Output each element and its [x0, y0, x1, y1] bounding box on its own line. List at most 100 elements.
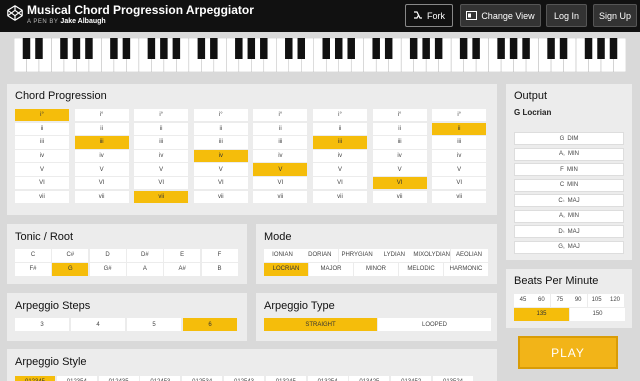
- chord-option[interactable]: i°: [313, 109, 367, 122]
- arpeggio-style-option[interactable]: 012534: [182, 376, 223, 381]
- mode-option[interactable]: MAJOR: [309, 263, 353, 276]
- bpm-option[interactable]: 45: [514, 294, 532, 307]
- piano-black-key[interactable]: [322, 38, 330, 59]
- chord-option[interactable]: iv: [134, 149, 189, 163]
- mode-option[interactable]: MIXOLYDIAN: [413, 249, 451, 262]
- tonic-option[interactable]: A: [126, 263, 163, 276]
- arpeggio-style-option[interactable]: 013452: [391, 376, 432, 381]
- arpeggio-style-option[interactable]: 012453: [140, 376, 181, 381]
- chord-option[interactable]: vii: [134, 190, 189, 203]
- chord-option[interactable]: ii: [313, 122, 367, 135]
- bpm-option[interactable]: 60: [532, 294, 551, 307]
- chord-option[interactable]: VI: [313, 177, 367, 190]
- piano-black-key[interactable]: [372, 38, 380, 59]
- chord-option[interactable]: ii: [193, 122, 248, 135]
- chord-option[interactable]: V: [193, 163, 248, 176]
- piano-black-key[interactable]: [147, 38, 156, 59]
- chord-option[interactable]: vii: [15, 190, 69, 203]
- chord-option[interactable]: i°: [15, 109, 69, 122]
- arpeggio-steps-option[interactable]: 4: [71, 318, 125, 331]
- arpeggio-style-option[interactable]: 012354: [56, 376, 97, 381]
- piano-black-key[interactable]: [334, 38, 343, 59]
- piano-black-key[interactable]: [72, 38, 81, 59]
- chord-option[interactable]: iv: [313, 149, 367, 163]
- chord-option[interactable]: V: [253, 163, 308, 176]
- chord-option[interactable]: i°: [134, 109, 189, 122]
- chord-option[interactable]: VI: [253, 177, 308, 190]
- bpm-option[interactable]: 120: [606, 294, 624, 307]
- chord-option[interactable]: iii: [253, 136, 308, 149]
- chord-option[interactable]: iv: [193, 149, 248, 163]
- arpeggio-style-option[interactable]: 013524: [433, 376, 473, 381]
- piano-black-key[interactable]: [235, 38, 243, 59]
- chord-option[interactable]: ii: [372, 122, 427, 135]
- chord-option[interactable]: iv: [15, 149, 69, 163]
- mode-option[interactable]: HARMONIC: [444, 263, 488, 276]
- piano-black-key[interactable]: [422, 38, 430, 59]
- chord-option[interactable]: ii: [253, 122, 308, 135]
- chord-option[interactable]: ii: [74, 122, 129, 135]
- chord-option[interactable]: vii: [74, 190, 129, 203]
- piano-black-key[interactable]: [609, 38, 618, 59]
- chord-option[interactable]: iv: [432, 149, 487, 163]
- tonic-option[interactable]: F#: [15, 263, 51, 276]
- chord-option[interactable]: V: [432, 163, 487, 176]
- tonic-option[interactable]: F: [201, 249, 238, 262]
- bpm-option[interactable]: 90: [569, 294, 588, 307]
- arpeggio-style-option[interactable]: 013425: [349, 376, 390, 381]
- piano-black-key[interactable]: [260, 38, 268, 59]
- arpeggio-steps-option[interactable]: 6: [183, 318, 237, 331]
- tonic-option[interactable]: C: [15, 249, 51, 262]
- chord-option[interactable]: iv: [253, 149, 308, 163]
- mode-option[interactable]: LOCRIAN: [264, 263, 308, 276]
- piano-black-key[interactable]: [110, 38, 118, 59]
- chord-option[interactable]: vii: [432, 190, 487, 203]
- piano-black-key[interactable]: [547, 38, 555, 59]
- mode-option[interactable]: PHRYGIAN: [338, 249, 376, 262]
- chord-option[interactable]: ii: [134, 122, 189, 135]
- arpeggio-style-option[interactable]: 013245: [265, 376, 306, 381]
- arpeggio-style-option[interactable]: 012435: [98, 376, 139, 381]
- arpeggio-style-option[interactable]: 012345: [15, 376, 55, 381]
- piano-black-key[interactable]: [197, 38, 206, 59]
- arpeggio-type-option[interactable]: STRAIGHT: [264, 318, 377, 331]
- chord-option[interactable]: ii: [432, 122, 487, 135]
- piano-black-key[interactable]: [584, 38, 593, 59]
- codepen-logo-icon[interactable]: [6, 4, 24, 22]
- chord-option[interactable]: V: [15, 163, 69, 176]
- chord-option[interactable]: VI: [74, 177, 129, 190]
- chord-option[interactable]: iii: [372, 136, 427, 149]
- chord-option[interactable]: VI: [193, 177, 248, 190]
- chord-option[interactable]: iii: [74, 136, 129, 149]
- piano-black-key[interactable]: [172, 38, 181, 59]
- piano-black-key[interactable]: [522, 38, 530, 59]
- piano-black-key[interactable]: [22, 38, 31, 59]
- log-in-button[interactable]: Log In: [546, 4, 587, 27]
- chord-option[interactable]: V: [74, 163, 129, 176]
- chord-option[interactable]: iii: [15, 136, 69, 149]
- chord-option[interactable]: VI: [134, 177, 189, 190]
- arpeggio-steps-option[interactable]: 3: [15, 318, 69, 331]
- piano-black-key[interactable]: [472, 38, 480, 59]
- piano-black-key[interactable]: [347, 38, 355, 59]
- arpeggio-steps-option[interactable]: 5: [127, 318, 181, 331]
- mode-option[interactable]: MELODIC: [399, 263, 443, 276]
- chord-option[interactable]: iv: [372, 149, 427, 163]
- tonic-option[interactable]: G#: [89, 263, 126, 276]
- piano-black-key[interactable]: [85, 38, 93, 59]
- chord-option[interactable]: V: [134, 163, 189, 176]
- chord-option[interactable]: iii: [432, 136, 487, 149]
- chord-option[interactable]: iv: [74, 149, 129, 163]
- chord-option[interactable]: vii: [313, 190, 367, 203]
- piano-black-key[interactable]: [297, 38, 306, 59]
- chord-option[interactable]: i°: [432, 109, 487, 122]
- chord-option[interactable]: VI: [432, 177, 487, 190]
- mode-option[interactable]: MINOR: [354, 263, 398, 276]
- chord-option[interactable]: VI: [15, 177, 69, 190]
- piano-black-key[interactable]: [509, 38, 518, 59]
- author-link[interactable]: Jake Albaugh: [60, 18, 105, 25]
- mode-option[interactable]: LYDIAN: [375, 249, 413, 262]
- piano-black-key[interactable]: [160, 38, 168, 59]
- piano-black-key[interactable]: [247, 38, 256, 59]
- tonic-option[interactable]: B: [201, 263, 238, 276]
